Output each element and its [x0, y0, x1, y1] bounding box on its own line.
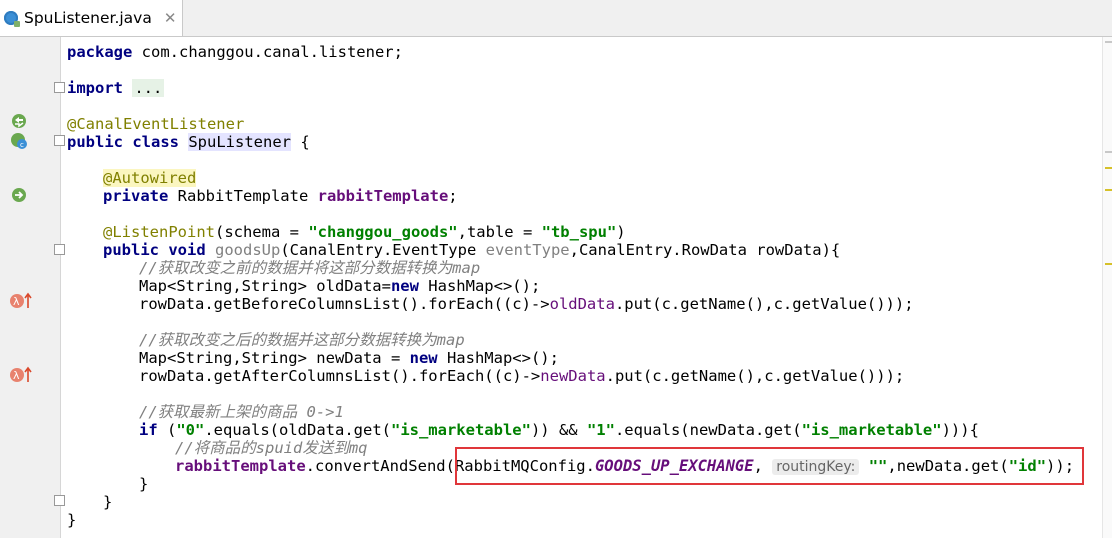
fold-marker[interactable] — [54, 495, 65, 506]
tab-spulistener[interactable]: SpuListener.java ✕ — [0, 0, 183, 36]
folded-imports[interactable]: ... — [132, 79, 165, 97]
fold-marker[interactable] — [54, 244, 65, 255]
code-line: @ListenPoint(schema = "changgou_goods",t… — [103, 223, 626, 241]
svg-text:λ: λ — [13, 369, 20, 382]
class-bean-icon[interactable]: c — [10, 132, 28, 150]
code-line: @CanalEventListener — [67, 115, 245, 133]
code-line: rowData.getAfterColumnsList().forEach((c… — [139, 367, 905, 385]
code-line: Map<String,String> newData = new HashMap… — [139, 349, 559, 367]
lambda-icon[interactable]: λ — [8, 292, 32, 310]
scroll-marker[interactable] — [1105, 151, 1112, 153]
scroll-marker[interactable] — [1105, 167, 1112, 169]
code-line: } — [139, 475, 149, 493]
code-line: public void goodsUp(CanalEntry.EventType… — [103, 241, 841, 259]
code-line: } — [67, 511, 77, 529]
code-line: //获取最新上架的商品 0->1 — [139, 403, 344, 421]
editor-scrollbar[interactable] — [1102, 37, 1112, 538]
code-line: //获取改变之前的数据并将这部分数据转换为map — [139, 259, 481, 277]
scroll-marker[interactable] — [1105, 263, 1112, 265]
fold-marker[interactable] — [54, 82, 65, 93]
code-line: public class SpuListener { — [67, 133, 310, 151]
code-line: //获取改变之后的数据并这部分数据转换为map — [139, 331, 465, 349]
code-line: if ("0".equals(oldData.get("is_marketabl… — [139, 421, 979, 439]
code-line: //将商品的spuid发送到mq — [175, 439, 368, 457]
code-line: } — [103, 493, 113, 511]
svg-text:λ: λ — [13, 295, 20, 308]
fold-marker[interactable] — [54, 135, 65, 146]
editor-tab-bar: SpuListener.java ✕ — [0, 0, 1112, 37]
java-class-icon — [4, 11, 20, 27]
spring-bean-icon[interactable] — [10, 112, 28, 130]
close-tab-icon[interactable]: ✕ — [164, 9, 177, 27]
code-line: @Autowired — [103, 169, 197, 187]
scroll-marker[interactable] — [1105, 41, 1112, 43]
code-line: rowData.getBeforeColumnsList().forEach((… — [139, 295, 914, 313]
svg-text:c: c — [20, 141, 24, 149]
code-line: package com.changgou.canal.listener; — [67, 43, 403, 61]
highlight-box — [455, 447, 1084, 485]
code-line: private RabbitTemplate rabbitTemplate; — [103, 187, 458, 205]
tab-label: SpuListener.java — [24, 9, 152, 27]
code-line: import ... — [67, 79, 165, 97]
lambda-icon[interactable]: λ — [8, 366, 32, 384]
code-line: Map<String,String> oldData=new HashMap<>… — [139, 277, 541, 295]
autowired-bean-icon[interactable] — [10, 186, 28, 204]
scroll-marker[interactable] — [1105, 189, 1112, 191]
